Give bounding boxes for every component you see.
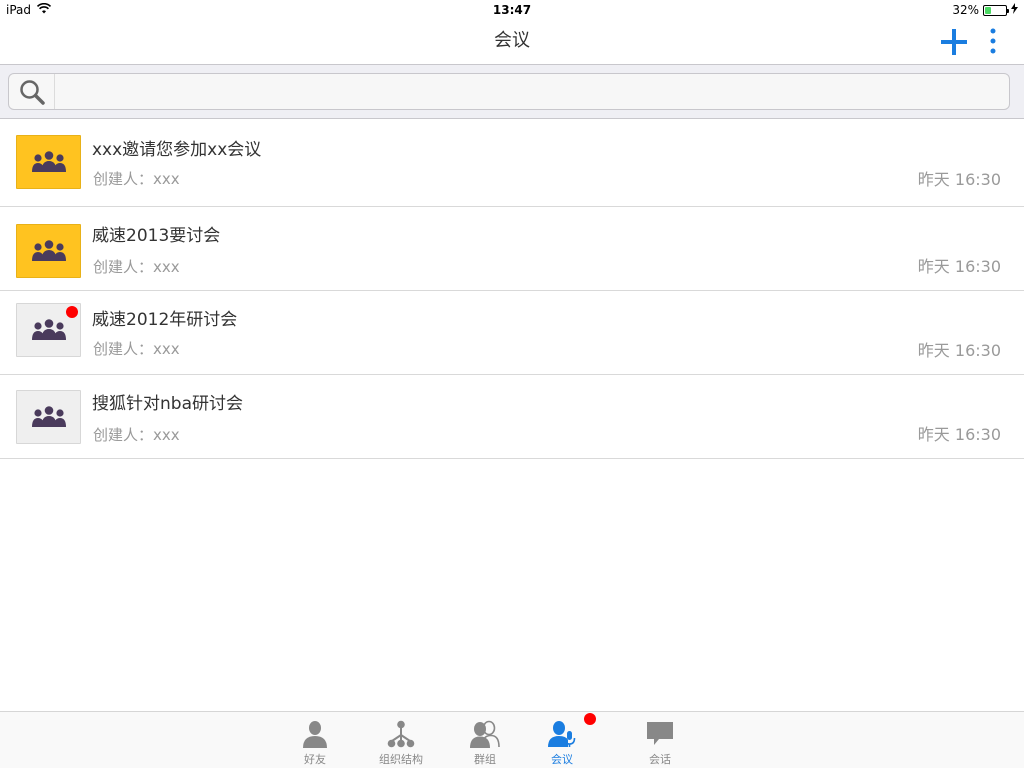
- add-meeting-button[interactable]: [938, 26, 970, 58]
- meeting-creator: 创建人：xxx: [93, 340, 180, 358]
- meeting-creator: 创建人：xxx: [93, 258, 180, 276]
- meeting-item[interactable]: 威速2013要讨会 创建人：xxx 昨天 16:30: [0, 207, 1024, 291]
- battery-level: [985, 6, 992, 14]
- meeting-item[interactable]: 搜狐针对nba研讨会 创建人：xxx 昨天 16:30: [0, 375, 1024, 459]
- plus-icon: [941, 29, 967, 55]
- tab-friends[interactable]: 好友: [296, 712, 334, 768]
- meeting-item[interactable]: xxx邀请您参加xx会议 创建人：xxx 昨天 16:30: [0, 119, 1024, 207]
- meeting-creator: 创建人：xxx: [93, 426, 180, 444]
- meeting-time: 昨天 16:30: [917, 425, 1001, 444]
- meeting-title: xxx邀请您参加xx会议: [92, 140, 262, 160]
- meeting-time: 昨天 16:30: [917, 257, 1001, 276]
- battery-percent: 32%: [952, 3, 979, 17]
- people-group-icon: [470, 719, 500, 749]
- battery-area: 32%: [952, 3, 1018, 17]
- group-icon: [31, 151, 66, 172]
- page-title: 会议: [494, 30, 530, 51]
- org-structure-icon: [387, 719, 415, 749]
- clock: 13:47: [492, 3, 532, 17]
- meeting-creator: 创建人：xxx: [93, 170, 180, 188]
- tab-label: 组织结构: [379, 753, 423, 766]
- meeting-avatar: [16, 135, 81, 189]
- group-icon: [31, 240, 66, 261]
- tab-meetings-badge: [584, 713, 596, 725]
- tab-label: 会话: [649, 753, 671, 766]
- search-box: [8, 73, 1010, 110]
- tab-label: 好友: [304, 753, 326, 766]
- meeting-mic-icon: [547, 719, 577, 749]
- meeting-avatar: [16, 224, 81, 278]
- battery-icon: [983, 4, 1009, 16]
- meeting-title: 威速2012年研讨会: [92, 310, 238, 330]
- navigation-bar: 会议: [0, 20, 1024, 64]
- search-input[interactable]: [55, 74, 1009, 109]
- search-bar: [0, 64, 1024, 119]
- group-icon: [31, 319, 66, 340]
- unread-badge: [66, 306, 78, 318]
- tab-bar: 好友 组织结构 群组 会议 会话: [0, 711, 1024, 768]
- tab-label: 会议: [551, 753, 573, 766]
- tab-groups[interactable]: 群组: [466, 712, 504, 768]
- meeting-item[interactable]: 威速2012年研讨会 创建人：xxx 昨天 16:30: [0, 291, 1024, 375]
- group-icon: [31, 406, 66, 427]
- more-vertical-icon: [990, 28, 996, 54]
- status-bar: iPad 13:47 32%: [0, 0, 1024, 20]
- person-icon: [302, 719, 328, 749]
- tab-label: 群组: [474, 753, 496, 766]
- tab-meetings[interactable]: 会议: [544, 712, 580, 768]
- tab-org-structure[interactable]: 组织结构: [372, 712, 430, 768]
- meeting-list: xxx邀请您参加xx会议 创建人：xxx 昨天 16:30 威速2013要讨会 …: [0, 119, 1024, 459]
- chat-bubble-icon: [646, 719, 674, 749]
- meeting-title: 威速2013要讨会: [92, 226, 221, 246]
- charging-icon: [1011, 3, 1018, 17]
- search-icon[interactable]: [9, 74, 55, 109]
- more-options-button[interactable]: [982, 26, 1004, 58]
- meeting-time: 昨天 16:30: [917, 341, 1001, 360]
- meeting-avatar: [16, 390, 81, 444]
- tab-chats[interactable]: 会话: [641, 712, 679, 768]
- meeting-title: 搜狐针对nba研讨会: [92, 394, 243, 414]
- meeting-time: 昨天 16:30: [917, 170, 1001, 189]
